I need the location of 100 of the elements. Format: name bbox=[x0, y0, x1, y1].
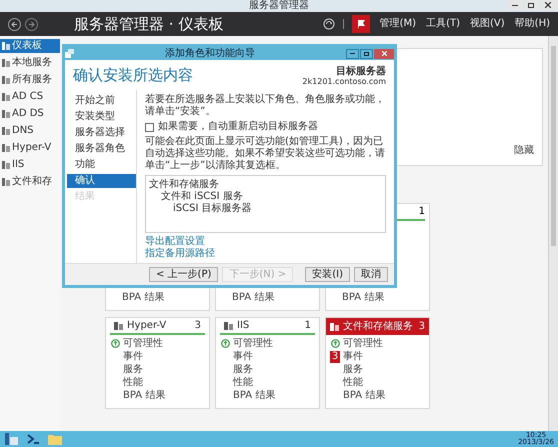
tile-row-label[interactable]: 可管理性 bbox=[343, 338, 383, 350]
wizard-step[interactable]: 确认 bbox=[67, 174, 136, 188]
tile-count: 3 bbox=[418, 320, 425, 332]
sidebar-item[interactable]: AD DS bbox=[0, 107, 60, 121]
server-icon bbox=[114, 321, 123, 330]
breadcrumb-title: 服务器管理器 · 仪表板 bbox=[74, 15, 224, 33]
menu-item[interactable]: 工具(T) bbox=[426, 18, 460, 30]
link[interactable]: 导出配置设置 bbox=[145, 236, 205, 248]
close-button[interactable] bbox=[374, 48, 394, 58]
maximize-button[interactable] bbox=[360, 48, 373, 58]
server-icon bbox=[2, 59, 10, 67]
tile-row-label[interactable]: 服务 bbox=[233, 364, 253, 376]
tile-row-label[interactable]: 服务 bbox=[123, 364, 143, 376]
sidebar-item[interactable]: DNS bbox=[0, 124, 60, 138]
flag-icon bbox=[356, 19, 366, 29]
sidebar-item[interactable]: Hyper-V bbox=[0, 141, 60, 155]
wizard-step[interactable]: 开始之前 bbox=[67, 94, 136, 108]
sidebar-item[interactable]: 本地服务 bbox=[0, 56, 60, 70]
tile-row-label[interactable]: 性能 bbox=[233, 376, 253, 388]
dialog-button[interactable]: < 上一步(P) bbox=[149, 267, 218, 282]
server-icon bbox=[2, 144, 10, 152]
wizard-step[interactable]: 服务器角色 bbox=[67, 142, 136, 156]
server-icon bbox=[2, 76, 10, 84]
sidebar-item[interactable]: 仪表板 bbox=[0, 39, 60, 53]
forward-button[interactable] bbox=[25, 18, 38, 30]
tile-row-label[interactable]: 事件 bbox=[343, 350, 363, 362]
status-ok-icon bbox=[220, 339, 230, 348]
close-icon bbox=[545, 2, 551, 8]
tile-title: IIS bbox=[237, 320, 250, 332]
tile-row-label[interactable]: 服务 bbox=[343, 364, 363, 376]
tile-row-label[interactable]: BPA 结果 bbox=[342, 292, 429, 304]
tile-count: 1 bbox=[304, 320, 311, 332]
minimize-button[interactable] bbox=[508, 0, 522, 10]
wizard-step[interactable]: 功能 bbox=[67, 158, 136, 172]
server-icon bbox=[2, 110, 10, 118]
menu-item[interactable]: 管理(M) bbox=[380, 18, 416, 30]
maximize-button[interactable] bbox=[524, 0, 538, 10]
hide-link[interactable]: 隐藏 bbox=[514, 145, 534, 157]
server-icon bbox=[2, 93, 10, 101]
selection-item: 文件和存储服务 bbox=[149, 179, 220, 190]
tile-row-label[interactable]: BPA 结果 bbox=[343, 390, 386, 402]
notifications-flag-button[interactable] bbox=[352, 15, 370, 33]
role-tile[interactable]: IIS 1 可管理性 事件 服务 性能 BPA 结果 bbox=[215, 317, 320, 409]
server-icon bbox=[224, 321, 233, 330]
intro-text: 若要在所选服务器上安装以下角色、角色服务或功能，请单击“安装”。 bbox=[145, 94, 386, 118]
tile-row-label[interactable]: 事件 bbox=[123, 350, 143, 362]
page-heading: 确认安装所选内容 bbox=[73, 66, 193, 84]
sidebar-item[interactable]: IIS bbox=[0, 158, 60, 172]
tile-row-label[interactable]: 性能 bbox=[123, 376, 143, 388]
refresh-icon[interactable] bbox=[322, 18, 335, 30]
tile-row-label[interactable]: 可管理性 bbox=[123, 338, 163, 350]
server-icon bbox=[330, 322, 339, 331]
server-icon bbox=[2, 127, 10, 135]
window-title: 服务器管理器 bbox=[249, 0, 309, 12]
powershell-icon[interactable] bbox=[26, 433, 40, 445]
arrow-right-icon bbox=[28, 20, 35, 28]
tile-title: 文件和存储服务 bbox=[343, 320, 414, 332]
menu-item[interactable]: 视图(V) bbox=[470, 18, 505, 30]
selection-item: iSCSI 目标服务器 bbox=[173, 203, 253, 215]
tile-row-label[interactable]: BPA 结果 bbox=[232, 292, 319, 304]
target-server-label: 目标服务器 bbox=[336, 66, 386, 77]
tile-row-label[interactable]: 事件 bbox=[233, 350, 253, 362]
server-icon bbox=[2, 178, 10, 186]
back-button[interactable] bbox=[8, 18, 21, 30]
link[interactable]: 指定备用源路径 bbox=[145, 248, 215, 260]
sidebar-item[interactable]: 文件和存 bbox=[0, 175, 60, 189]
server-manager-icon[interactable] bbox=[4, 433, 18, 445]
target-server-name: 2k1201.contoso.com bbox=[302, 77, 386, 87]
sidebar-item[interactable]: AD CS bbox=[0, 90, 60, 104]
sidebar-item[interactable]: 所有服务 bbox=[0, 73, 60, 87]
menu-item[interactable]: 帮助(H) bbox=[514, 18, 550, 30]
server-icon bbox=[2, 42, 10, 50]
dialog-button[interactable]: 取消 bbox=[354, 267, 388, 282]
tile-row-label[interactable]: BPA 结果 bbox=[123, 390, 166, 402]
status-ok-icon bbox=[330, 339, 340, 348]
status-ok-icon bbox=[110, 339, 120, 348]
tile-row-label[interactable]: BPA 结果 bbox=[233, 390, 276, 402]
minimize-button[interactable] bbox=[346, 48, 359, 58]
tile-row-label[interactable]: 可管理性 bbox=[233, 338, 273, 350]
tile-title: Hyper-V bbox=[127, 320, 168, 332]
tile-count: 3 bbox=[194, 320, 201, 332]
event-count-badge: 3 bbox=[330, 350, 340, 362]
wizard-icon bbox=[65, 49, 74, 58]
restart-checkbox[interactable] bbox=[145, 122, 154, 132]
dialog-button[interactable]: 安装(I) bbox=[305, 267, 350, 282]
scrollbar[interactable] bbox=[548, 36, 558, 431]
close-icon bbox=[382, 51, 386, 56]
close-button[interactable] bbox=[540, 0, 556, 10]
dialog-title: 添加角色和功能向导 bbox=[165, 48, 255, 60]
server-icon bbox=[2, 161, 10, 169]
role-tile[interactable]: Hyper-V 3 可管理性 事件 服务 性能 BPA 结果 bbox=[105, 317, 210, 409]
wizard-step[interactable]: 安装类型 bbox=[67, 110, 136, 124]
role-tile[interactable]: 文件和存储服务 3 可管理性 3 事件 服务 性能 BPA 结果 bbox=[325, 317, 430, 409]
tile-row-label[interactable]: BPA 结果 bbox=[122, 292, 209, 304]
tile-count: 1 bbox=[418, 206, 425, 218]
tile-row-label[interactable]: 性能 bbox=[343, 376, 363, 388]
selection-item: 文件和 iSCSI 服务 bbox=[161, 191, 244, 202]
restart-option-label: 如果需要，自动重新启动目标服务器 bbox=[158, 121, 318, 133]
arrow-left-icon bbox=[11, 20, 18, 28]
wizard-step[interactable]: 服务器选择 bbox=[67, 126, 136, 140]
